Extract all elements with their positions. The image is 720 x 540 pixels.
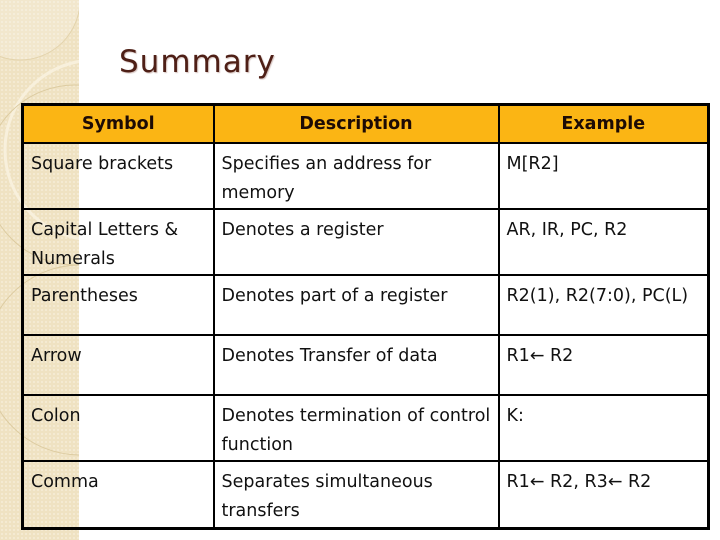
table-row: Arrow Denotes Transfer of data R1← R2 bbox=[21, 334, 710, 396]
example-cell: K: bbox=[497, 394, 710, 462]
symbol-cell: Comma bbox=[21, 460, 215, 530]
slide-title: Summary bbox=[119, 44, 276, 80]
header-symbol: Symbol bbox=[21, 103, 215, 144]
table-row: Square brackets Specifies an address for… bbox=[21, 142, 710, 210]
description-cell: Denotes part of a register bbox=[212, 274, 500, 336]
symbol-cell: Colon bbox=[21, 394, 215, 462]
example-cell: AR, IR, PC, R2 bbox=[497, 208, 710, 276]
example-cell: M[R2] bbox=[497, 142, 710, 210]
example-cell: R2(1), R2(7:0), PC(L) bbox=[497, 274, 710, 336]
summary-table: Symbol Description Example Square bracke… bbox=[21, 103, 710, 530]
example-cell: R1← R2, R3← R2 bbox=[497, 460, 710, 530]
table-row: Colon Denotes termination of control fun… bbox=[21, 394, 710, 462]
description-cell: Specifies an address for memory bbox=[212, 142, 500, 210]
header-example: Example bbox=[497, 103, 710, 144]
table-row: Capital Letters & Numerals Denotes a reg… bbox=[21, 208, 710, 276]
symbol-cell: Arrow bbox=[21, 334, 215, 396]
header-description: Description bbox=[212, 103, 500, 144]
symbol-cell: Square brackets bbox=[21, 142, 215, 210]
description-cell: Denotes termination of control function bbox=[212, 394, 500, 462]
symbol-cell: Parentheses bbox=[21, 274, 215, 336]
example-cell: R1← R2 bbox=[497, 334, 710, 396]
table-row: Parentheses Denotes part of a register R… bbox=[21, 274, 710, 336]
symbol-cell: Capital Letters & Numerals bbox=[21, 208, 215, 276]
table-header-row: Symbol Description Example bbox=[21, 103, 710, 144]
description-cell: Denotes a register bbox=[212, 208, 500, 276]
table-row: Comma Separates simultaneous transfers R… bbox=[21, 460, 710, 530]
description-cell: Separates simultaneous transfers bbox=[212, 460, 500, 530]
description-cell: Denotes Transfer of data bbox=[212, 334, 500, 396]
